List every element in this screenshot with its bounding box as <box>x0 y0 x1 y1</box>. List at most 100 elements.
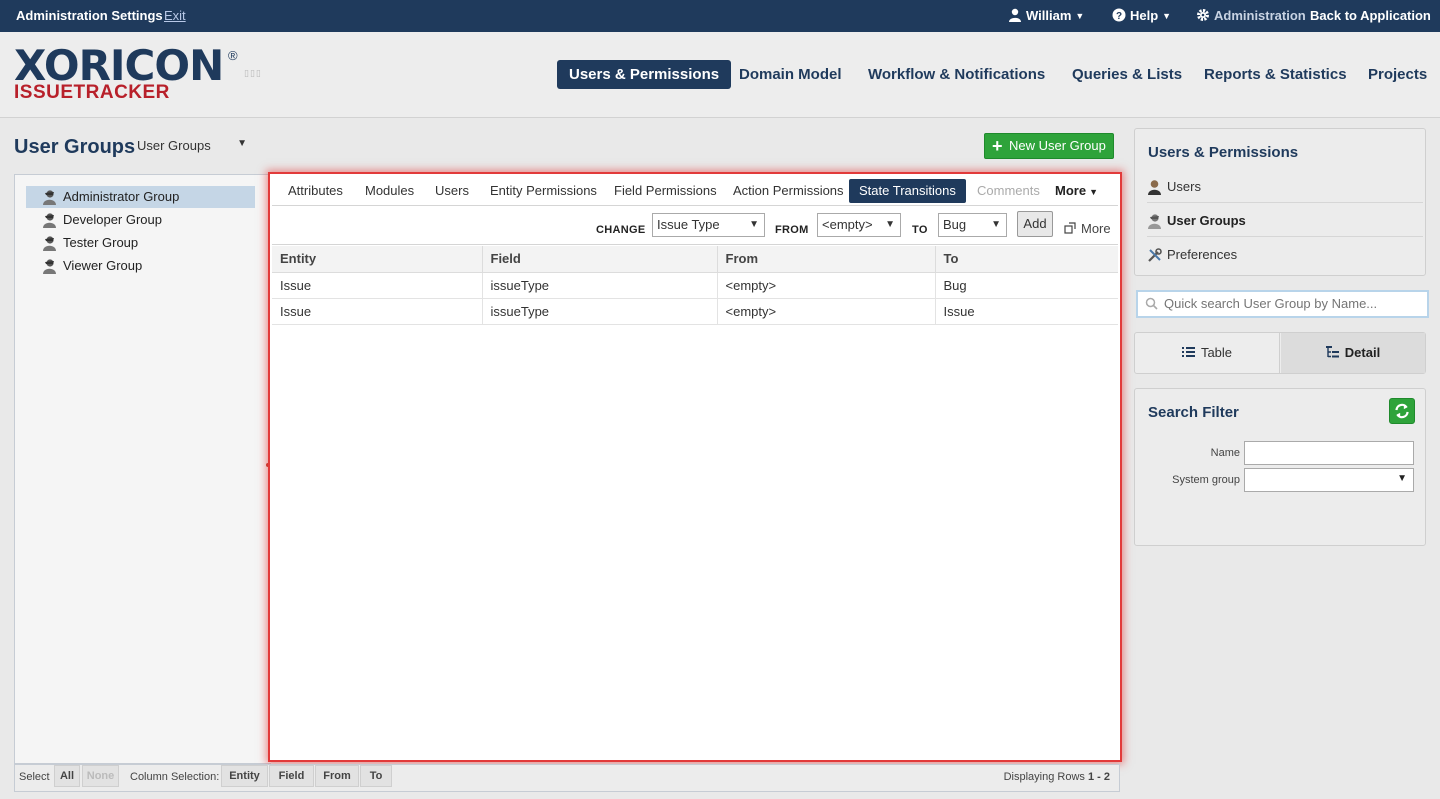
cell-to: Bug <box>935 272 1118 299</box>
quick-search-input[interactable] <box>1164 296 1414 311</box>
row-count-label: Displaying Rows <box>1003 771 1085 783</box>
logo-subtitle: ISSUETRACKER <box>14 82 170 103</box>
group-label: Viewer Group <box>63 258 143 273</box>
sidebar-item-user-groups[interactable]: User Groups <box>1147 205 1423 237</box>
from-label: FROM <box>775 224 809 236</box>
column-toggle-to[interactable]: To <box>360 765 392 787</box>
list-item[interactable]: Viewer Group <box>26 255 255 277</box>
detail-view-button[interactable]: Detail <box>1281 333 1425 373</box>
cell-from: <empty> <box>717 298 936 325</box>
table-row[interactable]: Issue issueType <empty> Issue <box>272 298 1118 325</box>
nav-users-permissions[interactable]: Users & Permissions <box>557 60 732 89</box>
chevron-down-icon: ▼ <box>1162 11 1172 21</box>
tab-modules[interactable]: Modules <box>355 179 424 203</box>
column-toggle-field[interactable]: Field <box>269 765 314 787</box>
table-view-label: Table <box>1200 345 1233 360</box>
column-header-to[interactable]: To <box>935 246 1118 273</box>
table-row[interactable]: Issue issueType <empty> Bug <box>272 272 1118 299</box>
from-value: <empty> <box>822 217 873 232</box>
row-count: Displaying Rows 1 - 2 <box>1004 771 1110 783</box>
to-value-select[interactable]: Bug ▼ <box>938 213 1007 237</box>
group-type-select[interactable]: User Groups ▼ <box>137 138 249 156</box>
transitions-table: Entity Field From To Issue issueType <em… <box>272 246 1118 325</box>
select-label: Select <box>19 771 50 783</box>
tab-field-permissions[interactable]: Field Permissions <box>604 179 727 203</box>
user-icon <box>1009 8 1021 22</box>
column-header-field[interactable]: Field <box>482 246 718 273</box>
cell-entity: Issue <box>272 272 483 299</box>
detail-panel: Attributes Modules Users Entity Permissi… <box>268 172 1122 762</box>
user-group-icon <box>43 236 56 251</box>
svg-text:?: ? <box>1116 11 1122 22</box>
sidebar-item-preferences[interactable]: Preferences <box>1147 239 1423 271</box>
column-toggle-entity[interactable]: Entity <box>221 765 268 787</box>
tab-action-permissions[interactable]: Action Permissions <box>723 179 854 203</box>
nav-domain-model[interactable]: Domain Model <box>727 60 854 89</box>
logo-dots: ▯▯▯ <box>244 68 262 78</box>
column-header-from[interactable]: From <box>717 246 936 273</box>
chevron-down-icon: ▼ <box>1397 473 1407 484</box>
tab-more-label: More <box>1055 183 1087 198</box>
tab-comments[interactable]: Comments <box>967 179 1050 203</box>
view-switch: Table Detail <box>1134 332 1426 374</box>
tree-icon <box>1325 346 1339 358</box>
sidebar-item-label: User Groups <box>1167 213 1246 228</box>
search-filter-title: Search Filter <box>1148 404 1239 421</box>
cell-field: issueType <box>482 298 718 325</box>
expand-icon <box>1064 222 1076 234</box>
user-group-icon <box>1148 214 1161 229</box>
group-label: Tester Group <box>63 235 139 250</box>
select-none-button[interactable]: None <box>82 765 119 787</box>
filter-name-input[interactable] <box>1244 441 1414 465</box>
filter-system-group-select[interactable]: ▼ <box>1244 468 1414 492</box>
column-selection-label: Column Selection: <box>130 771 220 783</box>
exit-link[interactable]: Exit <box>164 8 186 23</box>
search-filter-box: Search Filter <box>1134 388 1426 546</box>
column-toggle-from[interactable]: From <box>315 765 359 787</box>
nav-projects[interactable]: Projects <box>1356 60 1439 89</box>
change-label: CHANGE <box>596 224 646 236</box>
more-options-link[interactable]: More <box>1064 221 1111 236</box>
tab-state-transitions[interactable]: State Transitions <box>849 179 966 203</box>
column-header-entity[interactable]: Entity <box>272 246 483 273</box>
administration-label: Administration <box>1214 8 1306 23</box>
refresh-icon <box>1395 403 1409 419</box>
to-value: Bug <box>943 217 967 232</box>
help-menu[interactable]: ? Help ▼ <box>1112 8 1171 23</box>
new-user-group-button[interactable]: + New User Group <box>984 133 1114 159</box>
refresh-button[interactable] <box>1389 398 1415 424</box>
tab-users[interactable]: Users <box>425 179 479 203</box>
tab-more[interactable]: More ▼ <box>1045 179 1108 203</box>
help-label: Help <box>1130 8 1159 23</box>
chevron-down-icon: ▼ <box>885 219 895 230</box>
quick-search-field[interactable] <box>1136 290 1429 318</box>
user-menu[interactable]: William ▼ <box>1008 8 1084 23</box>
user-group-icon <box>43 190 56 205</box>
header: XORICON ® ▯▯▯ ISSUETRACKER Users & Permi… <box>0 32 1440 118</box>
cell-entity: Issue <box>272 298 483 325</box>
user-name: William <box>1026 8 1072 23</box>
page-title: User Groups <box>14 136 136 158</box>
list-item[interactable]: Tester Group <box>26 232 255 254</box>
tools-icon <box>1148 248 1162 262</box>
nav-queries-lists[interactable]: Queries & Lists <box>1060 60 1194 89</box>
add-button[interactable]: Add <box>1017 211 1053 237</box>
nav-workflow-notifications[interactable]: Workflow & Notifications <box>856 60 1057 89</box>
tab-entity-permissions[interactable]: Entity Permissions <box>480 179 607 203</box>
select-all-button[interactable]: All <box>54 765 80 787</box>
list-item[interactable]: Administrator Group <box>26 186 255 208</box>
tab-attributes[interactable]: Attributes <box>278 179 353 203</box>
sidebar-title: Users & Permissions <box>1148 144 1299 161</box>
table-view-button[interactable]: Table <box>1135 333 1280 373</box>
change-field-select[interactable]: Issue Type ▼ <box>652 213 765 237</box>
logo-registered-mark: ® <box>228 48 238 63</box>
back-to-application-link[interactable]: Back to Application <box>1310 8 1431 23</box>
nav-reports-statistics[interactable]: Reports & Statistics <box>1192 60 1359 89</box>
sidebar-item-users[interactable]: Users <box>1147 171 1423 203</box>
user-icon <box>1148 180 1161 195</box>
change-field-value: Issue Type <box>657 217 720 232</box>
list-item[interactable]: Developer Group <box>26 209 255 231</box>
administration-link[interactable]: Administration <box>1196 8 1306 23</box>
list-icon <box>1181 347 1195 357</box>
from-value-select[interactable]: <empty> ▼ <box>817 213 901 237</box>
